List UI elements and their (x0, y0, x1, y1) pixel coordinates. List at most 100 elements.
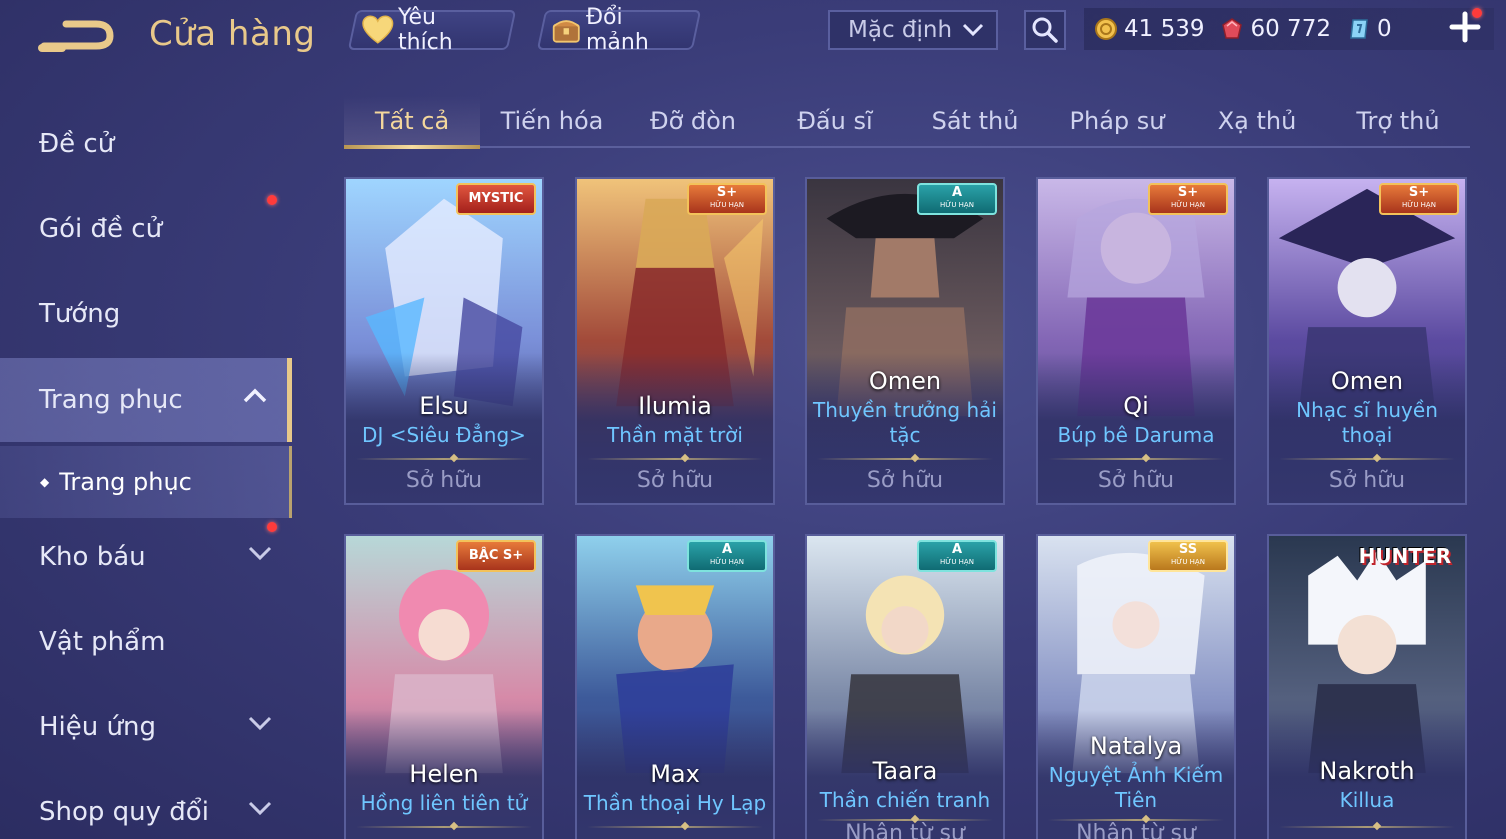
skin-name: Nhạc sĩ huyền thoại (1296, 398, 1438, 447)
rarity-badge: A HỮU HẠN (917, 540, 997, 572)
ownership-status: Sở hữu (1328, 468, 1406, 493)
skin-card[interactable]: A HỮU HẠN Max Thần thoại Hy Lạp (575, 534, 775, 839)
ruby-currency: 60 772 (1220, 16, 1331, 42)
badge-text: SS (1178, 542, 1198, 557)
tab-support[interactable]: Trợ thủ (1330, 96, 1466, 146)
hero-name: Max (650, 760, 700, 788)
sidebar-item-recommended-bundles[interactable]: Gói đề cử (0, 187, 292, 271)
badge-subtext: HỮU HẠN (710, 201, 744, 209)
notification-dot (267, 522, 277, 532)
chevron-down-icon (962, 23, 984, 37)
favorite-button[interactable]: Yêu thích (347, 5, 517, 55)
skin-card[interactable]: S+ HỮU HẠN Qi Búp bê Daruma Sở hữu (1036, 177, 1236, 505)
sidebar-item-treasure[interactable]: Kho báu (0, 515, 292, 599)
gold-amount: 41 539 (1124, 16, 1205, 42)
rarity-badge: SS HỮU HẠN (1148, 540, 1228, 572)
gold-currency: 41 539 (1094, 16, 1204, 42)
tab-fighter[interactable]: Đấu sĩ (770, 96, 900, 146)
skin-card[interactable]: HUNTER Nakroth Killua (1267, 534, 1467, 839)
voucher-amount: 0 (1376, 16, 1392, 42)
tab-tank[interactable]: Đỡ đòn (628, 96, 758, 146)
skin-name: Thần thoại Hy Lạp (583, 791, 767, 815)
tab-assassin[interactable]: Sát thủ (910, 96, 1040, 146)
badge-text: S+ (1177, 185, 1199, 200)
notification-dot (1472, 8, 1482, 18)
sidebar-item-label: Gói đề cử (39, 214, 163, 244)
hero-name: Omen (1330, 367, 1404, 395)
currency-bar: 41 539 60 772 0 (1084, 8, 1494, 50)
skin-name: Búp bê Daruma (1057, 423, 1215, 447)
badge-text: A (721, 542, 733, 557)
card-divider (587, 826, 763, 828)
rarity-badge: BẬC S+ (456, 540, 536, 572)
sidebar-item-heroes[interactable]: Tướng (0, 272, 292, 356)
tab-all[interactable]: Tất cả (344, 96, 480, 149)
top-bar: Cửa hàng Yêu thích Đổi mảnh Mặc định 41 … (0, 0, 1506, 70)
skin-card[interactable]: S+ HỮU HẠN Omen Nhạc sĩ huyền thoại Sở hữ… (1267, 177, 1467, 505)
sidebar-subitem-skins[interactable]: ◆ Trang phục (0, 446, 292, 518)
sidebar-item-skins[interactable]: Trang phục (0, 358, 292, 442)
exchange-fragments-button[interactable]: Đổi mảnh (536, 5, 702, 55)
notification-dot (267, 195, 277, 205)
search-button[interactable] (1024, 10, 1066, 50)
skin-card[interactable]: SS HỮU HẠN Natalya Nguyệt Ảnh Kiếm Tiên N… (1036, 534, 1236, 839)
acquisition-status: Nhận từ sự (1076, 821, 1196, 839)
card-divider (587, 458, 763, 460)
card-divider (1048, 458, 1224, 460)
tab-label: Đỡ đòn (649, 107, 737, 135)
badge-subtext: HỮU HẠN (940, 201, 974, 209)
ownership-status: Sở hữu (866, 468, 944, 493)
sidebar-item-effects[interactable]: Hiệu ứng (0, 685, 292, 769)
tab-label: Trợ thủ (1356, 107, 1440, 135)
badge-text: S+ (1408, 185, 1430, 200)
hero-name: Ilumia (638, 392, 712, 420)
chevron-down-icon (248, 801, 272, 816)
acquisition-status: Nhận từ sự (845, 821, 965, 839)
ownership-status: Sở hữu (636, 468, 714, 493)
skin-card[interactable]: MYSTIC Elsu DJ <Siêu Đẳng> Sở hữu (344, 177, 544, 505)
tab-label: Xạ thủ (1217, 107, 1297, 135)
tab-label: Pháp sư (1069, 107, 1165, 135)
sidebar: Đề cử Gói đề cử Tướng Trang phục ◆ Trang… (0, 100, 292, 839)
skin-card[interactable]: A HỮU HẠN Omen Thuyền trưởng hải tặc Sở h… (805, 177, 1005, 505)
skin-name: Thuyền trưởng hải tặc (813, 398, 997, 447)
badge-subtext: HỮU HẠN (1402, 201, 1436, 209)
sidebar-item-items[interactable]: Vật phẩm (0, 600, 292, 684)
sidebar-item-label: Đề cử (39, 129, 115, 159)
skin-name: DJ <Siêu Đẳng> (362, 423, 526, 447)
sidebar-item-label: Kho báu (39, 542, 146, 572)
heart-icon (362, 15, 394, 44)
badge-text: MYSTIC (468, 191, 524, 206)
diamond-bullet-icon: ◆ (40, 475, 50, 489)
page-title: Cửa hàng (149, 14, 316, 54)
tab-marksman[interactable]: Xạ thủ (1194, 96, 1320, 146)
skin-name: Killua (1339, 788, 1395, 812)
tab-mage[interactable]: Pháp sư (1050, 96, 1184, 146)
badge-text: S+ (716, 185, 738, 200)
card-divider (1279, 458, 1455, 460)
ownership-status: Sở hữu (1097, 468, 1175, 493)
tab-label: Tất cả (374, 107, 450, 135)
rarity-badge: S+ HỮU HẠN (687, 183, 767, 215)
hero-name: Qi (1123, 392, 1149, 420)
card-divider (1279, 826, 1455, 828)
sort-dropdown[interactable]: Mặc định (828, 10, 998, 50)
chevron-down-icon (248, 546, 272, 561)
collab-logo: HUNTER (1351, 540, 1459, 572)
skin-card[interactable]: BẬC S+ Helen Hồng liên tiên tử (344, 534, 544, 839)
badge-text: A (951, 542, 963, 557)
sidebar-item-exchange-shop[interactable]: Shop quy đổi (0, 770, 292, 839)
hero-name: Taara (872, 757, 938, 785)
badge-subtext: HỮU HẠN (710, 558, 744, 566)
skin-card[interactable]: A HỮU HẠN Taara Thần chiến tranh Nhận từ … (805, 534, 1005, 839)
chevron-down-icon (248, 716, 272, 731)
sort-value: Mặc định (848, 17, 953, 43)
tab-evolution[interactable]: Tiến hóa (486, 96, 618, 146)
back-arrow-icon[interactable] (38, 16, 118, 58)
sidebar-item-label: Tướng (39, 299, 121, 329)
sidebar-item-recommended[interactable]: Đề cử (0, 102, 292, 186)
skin-card[interactable]: S+ HỮU HẠN Ilumia Thần mặt trời Sở hữu (575, 177, 775, 505)
hero-name: Natalya (1089, 732, 1183, 760)
badge-text: BẬC S+ (468, 548, 524, 563)
badge-subtext: HỮU HẠN (1171, 558, 1205, 566)
